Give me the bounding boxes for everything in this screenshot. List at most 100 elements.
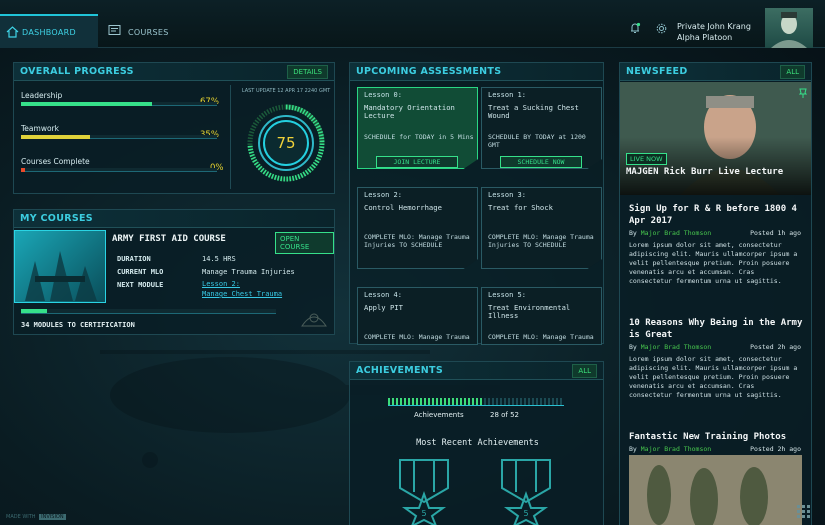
brand-logo: INVISION xyxy=(39,514,66,520)
lesson-title: Control Hemorrhage xyxy=(364,203,442,212)
lesson-number: Lesson 3: xyxy=(488,191,526,199)
current-mlo-value: Manage Trauma Injuries xyxy=(202,268,295,276)
achievements-label: Achievements xyxy=(414,411,464,419)
leadership-bar-fill xyxy=(21,102,153,106)
news-author[interactable]: Major Brad Thomson xyxy=(641,229,711,237)
leadership-label: Leadership xyxy=(21,91,63,100)
made-with-label: MADE WITH xyxy=(6,514,36,520)
courses-complete-label: Courses Complete xyxy=(21,157,90,166)
app-root: DASHBOARD COURSES Private John Krang Alp… xyxy=(0,0,825,525)
medal-icon-1[interactable]: 5 xyxy=(396,458,452,525)
lesson-status: SCHEDULE BY TODAY at 1200 GMT xyxy=(488,133,586,149)
lesson-title: Mandatory Orientation Lecture xyxy=(364,103,455,120)
panel-title: NEWSFEED xyxy=(626,66,688,77)
newsfeed-header: NEWSFEED ALL xyxy=(620,63,811,81)
army-emblem-icon xyxy=(301,313,327,327)
live-lecture-card[interactable]: LIVE NOW MAJGEN Rick Burr Live Lecture xyxy=(620,82,811,195)
panel-title: ACHIEVEMENTS xyxy=(356,365,443,376)
news-byline: By Major Brad Thomson xyxy=(629,445,711,453)
news-title: Fantastic New Training Photos xyxy=(629,432,787,442)
achievements-header: ACHIEVEMENTS ALL xyxy=(350,362,603,380)
overall-progress-panel: OVERALL PROGRESS DETAILS Leadership 67% … xyxy=(13,62,335,194)
user-name: Private John Krang xyxy=(677,22,751,31)
nav-dashboard-label: DASHBOARD xyxy=(22,27,76,37)
first-aid-training-image xyxy=(25,251,97,301)
achievements-progress-fill xyxy=(388,398,484,405)
user-unit: Alpha Platoon xyxy=(677,33,733,42)
news-posted-time: Posted 2h ago xyxy=(750,343,801,351)
module-progress-bar xyxy=(21,309,276,314)
assessment-card[interactable]: Lesson 4: Apply PIT COMPLETE MLO: Manage T… xyxy=(357,287,478,345)
teamwork-label: Teamwork xyxy=(21,124,59,133)
lesson-title: Treat Environmental Illness xyxy=(488,303,571,320)
medal-icon-2[interactable]: 5 xyxy=(498,458,554,525)
leadership-bar xyxy=(21,102,217,106)
lesson-number: Lesson 5: xyxy=(488,291,526,299)
live-lecture-title: MAJGEN Rick Burr Live Lecture xyxy=(626,167,784,177)
assessment-card[interactable]: Lesson 2: Control Hemorrhage COMPLETE MLO:… xyxy=(357,187,478,269)
news-author[interactable]: Major Brad Thomson xyxy=(641,445,711,453)
lesson-status: COMPLETE MLO: Manage Trauma Injuries TO … xyxy=(364,233,470,249)
lesson-status: COMPLETE MLO: Manage Trauma Injuries TO … xyxy=(488,233,594,249)
details-button[interactable]: DETAILS xyxy=(287,64,328,79)
training-photo[interactable] xyxy=(629,455,802,525)
bell-icon[interactable] xyxy=(629,22,641,34)
module-progress-fill xyxy=(21,309,47,313)
avatar[interactable] xyxy=(765,8,813,48)
lesson-title: Apply PIT xyxy=(364,303,403,312)
made-with-text: MADE WITH INVISION xyxy=(6,514,66,520)
gear-icon[interactable] xyxy=(656,23,667,34)
grid-menu-icon[interactable] xyxy=(797,505,811,519)
panel-title: UPCOMING ASSESSMENTS xyxy=(356,66,502,77)
courses-icon xyxy=(108,25,121,35)
course-thumbnail[interactable] xyxy=(14,230,106,303)
open-course-button[interactable]: OPEN COURSE xyxy=(275,232,334,254)
gauge-value: 75 xyxy=(276,134,295,152)
medal-1-number: 5 xyxy=(421,509,426,518)
lesson-title: Treat a Sucking Chest Wound xyxy=(488,103,579,120)
soldiers-training-image xyxy=(629,455,802,525)
user-info[interactable]: Private John Krang Alpha Platoon xyxy=(677,21,751,43)
overall-progress-gauge: 75 xyxy=(247,104,325,182)
duration-value: 14.5 HRS xyxy=(202,255,236,263)
modules-to-certification: 34 MODULES TO CERTIFICATION xyxy=(21,321,135,329)
news-by-label: By xyxy=(629,229,641,237)
lesson-status: COMPLETE MLO: Manage Trauma xyxy=(488,333,594,341)
achievements-panel: ACHIEVEMENTS ALL Achievements 28 of 52 M… xyxy=(349,361,604,525)
achievements-all-button[interactable]: ALL xyxy=(572,363,597,378)
newsfeed-all-button[interactable]: ALL xyxy=(780,64,805,79)
assessment-card[interactable]: Lesson 5: Treat Environmental Illness COMP… xyxy=(481,287,602,345)
next-module-line2: Manage Chest Trauma xyxy=(202,290,283,298)
nav-courses[interactable]: COURSES xyxy=(108,14,169,50)
news-posted-time: Posted 2h ago xyxy=(750,445,801,453)
nav-dashboard[interactable]: DASHBOARD xyxy=(0,14,98,48)
medal-2-number: 5 xyxy=(523,509,528,518)
pin-icon[interactable] xyxy=(799,88,807,98)
newsfeed-panel: NEWSFEED ALL LIVE NOW MAJGEN Rick Burr L… xyxy=(619,62,812,525)
achievements-progress-bar xyxy=(388,398,564,406)
news-byline: By Major Brad Thomson xyxy=(629,343,711,351)
lesson-title: Treat for Shock xyxy=(488,203,553,212)
achievements-count: 28 of 52 xyxy=(490,411,520,419)
courses-complete-bar xyxy=(21,168,217,172)
lesson-status: SCHEDULE for TODAY in 5 Mins xyxy=(364,133,474,141)
next-module-link[interactable]: Lesson 2: Manage Chest Trauma xyxy=(202,279,282,299)
my-courses-header: MY COURSES xyxy=(14,210,334,228)
news-author[interactable]: Major Brad Thomson xyxy=(641,343,711,351)
teamwork-bar-fill xyxy=(21,135,90,139)
overall-progress-header: OVERALL PROGRESS DETAILS xyxy=(14,63,334,81)
most-recent-label: Most Recent Achievements xyxy=(416,438,539,448)
assessment-card[interactable]: Lesson 0: Mandatory Orientation Lecture SC… xyxy=(357,87,478,169)
upcoming-assessments-header: UPCOMING ASSESSMENTS xyxy=(350,63,603,81)
join-lecture-button[interactable]: JOIN LECTURE xyxy=(376,156,458,168)
lesson-status: COMPLETE MLO: Manage Trauma xyxy=(364,333,470,341)
assessment-card[interactable]: Lesson 1: Treat a Sucking Chest Wound SCHE… xyxy=(481,87,602,169)
soldier-portrait-image xyxy=(771,12,807,48)
news-body: Lorem ipsum dolor sit amet, consectetur … xyxy=(629,241,798,285)
lesson-number: Lesson 4: xyxy=(364,291,402,299)
lesson-number: Lesson 1: xyxy=(488,91,526,99)
schedule-now-button[interactable]: SCHEDULE NOW xyxy=(500,156,582,168)
news-by-label: By xyxy=(629,445,641,453)
course-title: ARMY FIRST AID COURSE xyxy=(112,234,226,244)
assessment-card[interactable]: Lesson 3: Treat for Shock COMPLETE MLO: Ma… xyxy=(481,187,602,269)
